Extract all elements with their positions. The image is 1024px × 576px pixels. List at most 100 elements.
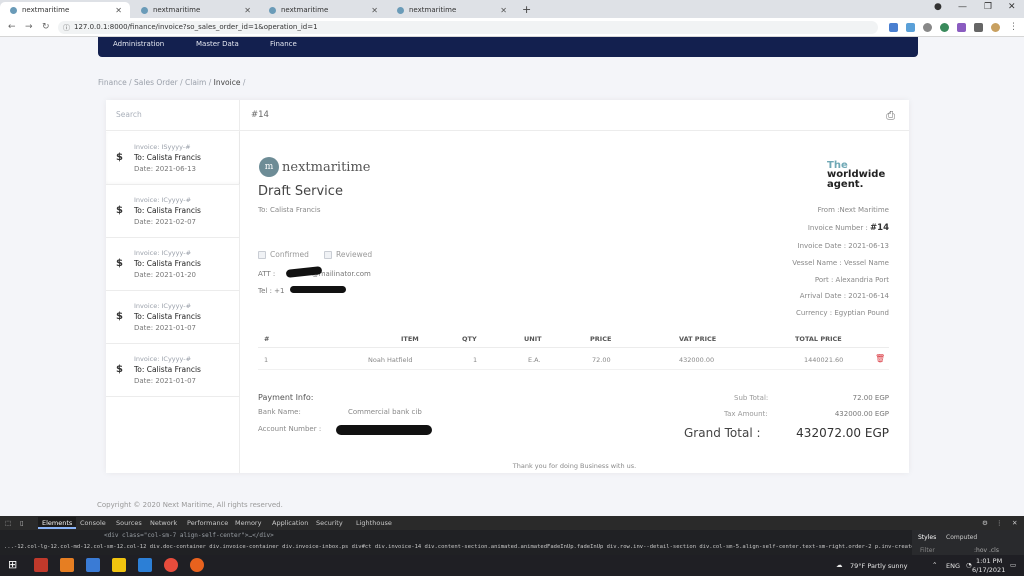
maximize-icon[interactable]: ❐	[984, 2, 992, 12]
more-options-icon[interactable]: ⋮	[996, 519, 1003, 527]
styles-tab[interactable]: Styles	[918, 534, 936, 541]
browser-tab-2[interactable]: nextmaritime ✕	[131, 2, 259, 18]
hov-cls-toggle[interactable]: :hov .cls	[974, 547, 999, 554]
profile-circle-icon[interactable]: ●	[934, 2, 942, 12]
menu-kebab-icon[interactable]: ⋮	[1009, 22, 1018, 32]
devtools-tab-console[interactable]: Console	[80, 519, 106, 527]
nav-item-administration[interactable]: Administration	[113, 40, 164, 48]
file-explorer-icon[interactable]	[112, 558, 126, 572]
devtools-tab-security[interactable]: Security	[316, 519, 343, 527]
windows-start-icon[interactable]: ⊞	[8, 558, 22, 572]
devtools-tab-application[interactable]: Application	[272, 519, 308, 527]
app-icon[interactable]	[34, 558, 48, 572]
grand-total-value: 432072.00 EGP	[796, 426, 889, 440]
browser-tab-3[interactable]: nextmaritime ✕	[259, 2, 386, 18]
close-devtools-icon[interactable]: ✕	[1012, 519, 1017, 527]
browser-tab-4[interactable]: nextmaritime ✕	[387, 2, 515, 18]
vscode-icon[interactable]	[138, 558, 152, 572]
tab-favicon-icon	[397, 6, 404, 14]
devtools-tab-memory[interactable]: Memory	[235, 519, 261, 527]
forward-icon[interactable]: →	[25, 22, 33, 32]
devtools-tab-elements[interactable]: Elements	[38, 517, 77, 529]
subtotal-value: 72.00 EGP	[852, 394, 889, 402]
devtools-tab-sources[interactable]: Sources	[116, 519, 142, 527]
puzzle-icon[interactable]	[974, 23, 983, 32]
tab-close-icon[interactable]: ✕	[244, 6, 251, 15]
device-toolbar-icon[interactable]: ▯	[20, 519, 24, 527]
breadcrumb-sales-order[interactable]: Sales Order	[134, 78, 178, 87]
extension-icon[interactable]	[923, 23, 932, 32]
reload-icon[interactable]: ↻	[42, 22, 50, 32]
nav-item-master-data[interactable]: Master Data	[196, 40, 239, 48]
dollar-icon: $	[116, 364, 123, 375]
tray-chevron-icon[interactable]: ⌃	[932, 561, 937, 569]
close-window-icon[interactable]: ✕	[1008, 2, 1016, 12]
browser-tab-1[interactable]: nextmaritime ✕	[0, 2, 130, 18]
dom-node[interactable]: <div class="col-sm-7 align-self-center">…	[104, 532, 274, 539]
weather-text[interactable]: 79°F Partly sunny	[850, 562, 907, 570]
inspect-icon[interactable]: ⬚	[5, 519, 11, 527]
back-icon[interactable]: ←	[8, 22, 16, 32]
extension-icon[interactable]	[957, 23, 966, 32]
app-icon[interactable]	[86, 558, 100, 572]
devtools-tab-performance[interactable]: Performance	[187, 519, 228, 527]
tab-close-icon[interactable]: ✕	[371, 6, 378, 15]
list-item[interactable]: $ Invoice: ICyyyy-# To: Calista Francis …	[106, 344, 240, 397]
breadcrumb: Finance / Sales Order / Claim / Invoice …	[98, 78, 246, 87]
computed-tab[interactable]: Computed	[946, 534, 977, 541]
clock-time[interactable]: 1:01 PM	[976, 557, 1002, 565]
nav-item-finance[interactable]: Finance	[270, 40, 297, 48]
firefox-icon[interactable]	[190, 558, 204, 572]
devtools-tab-bar: ⬚ ▯ Elements Console Sources Network Per…	[0, 516, 1024, 530]
redaction-mark	[290, 286, 346, 293]
invoice-header-number: #14	[251, 110, 269, 120]
list-item[interactable]: $ Invoice: ICyyyy-# To: Calista Francis …	[106, 291, 240, 344]
tab-favicon-icon	[269, 6, 276, 14]
tab-close-icon[interactable]: ✕	[115, 6, 122, 15]
language-indicator[interactable]: ENG	[946, 562, 960, 570]
list-item[interactable]: $ Invoice: ISyyyy-# To: Calista Francis …	[106, 132, 240, 185]
grand-total-label: Grand Total :	[684, 426, 761, 440]
notifications-icon[interactable]: ▭	[1010, 561, 1016, 569]
tel-number: Tel : +1	[258, 287, 285, 295]
site-info-icon[interactable]: ⓘ	[63, 23, 70, 33]
devtools-tab-lighthouse[interactable]: Lighthouse	[356, 519, 392, 527]
invoice-title: Draft Service	[258, 184, 343, 199]
search-input[interactable]: Search	[106, 100, 240, 131]
print-icon[interactable]: ⎙	[886, 109, 895, 123]
confirmed-checkbox[interactable]: Confirmed	[258, 250, 309, 259]
dollar-icon: $	[116, 311, 123, 322]
breadcrumb-invoice: Invoice	[213, 78, 241, 87]
chrome-icon[interactable]	[164, 558, 178, 572]
delete-row-icon[interactable]: 🗑	[875, 354, 885, 363]
minimize-icon[interactable]: —	[958, 2, 967, 12]
url-text: 127.0.0.1:8000/finance/invoice?so_sales_…	[74, 23, 318, 31]
breadcrumb-claim[interactable]: Claim	[185, 78, 206, 87]
app-icon[interactable]	[60, 558, 74, 572]
url-field[interactable]: ⓘ 127.0.0.1:8000/finance/invoice?so_sale…	[58, 21, 878, 34]
devtools-tab-network[interactable]: Network	[150, 519, 177, 527]
extension-icon[interactable]	[906, 23, 915, 32]
dollar-icon: $	[116, 205, 123, 216]
address-bar: ← → ↻ ⓘ 127.0.0.1:8000/finance/invoice?s…	[0, 18, 1024, 37]
tab-close-icon[interactable]: ✕	[500, 6, 507, 15]
bank-name-label: Bank Name:	[258, 408, 301, 416]
avatar[interactable]	[991, 23, 1000, 32]
styles-filter-input[interactable]: Filter	[920, 547, 935, 554]
new-tab-button[interactable]: +	[522, 3, 531, 16]
tab-title: nextmaritime	[22, 6, 70, 14]
clock-date[interactable]: 6/17/2021	[972, 566, 1005, 574]
items-table-header: # ITEM QTY UNIT PRICE VAT PRICE TOTAL PR…	[258, 330, 889, 348]
list-item[interactable]: $ Invoice: ICyyyy-# To: Calista Francis …	[106, 238, 240, 291]
settings-gear-icon[interactable]: ⚙	[982, 519, 988, 527]
reviewed-checkbox[interactable]: Reviewed	[324, 250, 372, 259]
devtools-styles-pane: Styles Computed Filter :hov .cls	[912, 530, 1024, 555]
wifi-icon[interactable]: ◔	[966, 561, 972, 569]
extension-icon[interactable]	[889, 23, 898, 32]
dom-breadcrumb[interactable]: ...-12.col-lg-12.col-md-12.col-sm-12.col…	[4, 544, 912, 550]
list-item[interactable]: $ Invoice: ICyyyy-# To: Calista Francis …	[106, 185, 240, 238]
company-logo: m nextmaritime	[259, 156, 370, 178]
breadcrumb-finance[interactable]: Finance	[98, 78, 127, 87]
logo-mark: m	[259, 157, 279, 177]
extension-icon[interactable]	[940, 23, 949, 32]
